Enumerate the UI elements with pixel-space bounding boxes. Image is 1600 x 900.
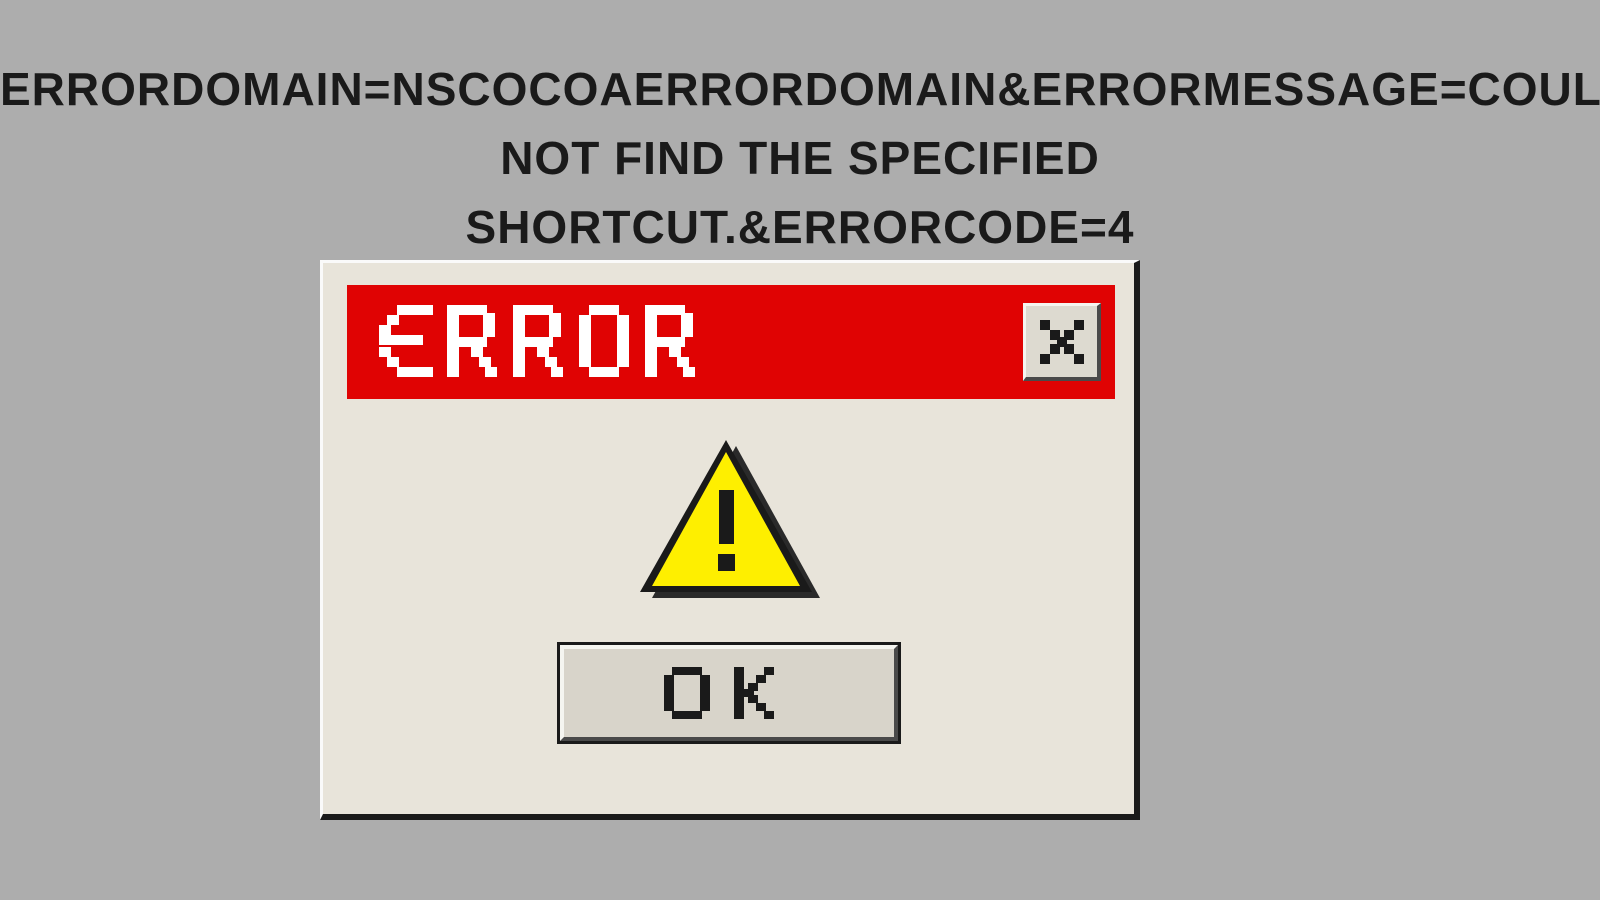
dialog-title	[379, 305, 709, 379]
error-heading-line2: shortcut.&errorcode=4	[0, 193, 1600, 262]
error-heading-line1: errordomain=nscocoaerrordomain&errormess…	[0, 55, 1600, 193]
close-icon	[1038, 318, 1086, 366]
close-button[interactable]	[1023, 303, 1101, 381]
error-dialog	[320, 260, 1140, 820]
warning-icon	[634, 438, 824, 608]
error-heading: errordomain=nscocoaerrordomain&errormess…	[0, 0, 1600, 262]
ok-button-label	[664, 667, 794, 719]
ok-button[interactable]	[559, 644, 899, 742]
dialog-titlebar	[347, 285, 1115, 399]
